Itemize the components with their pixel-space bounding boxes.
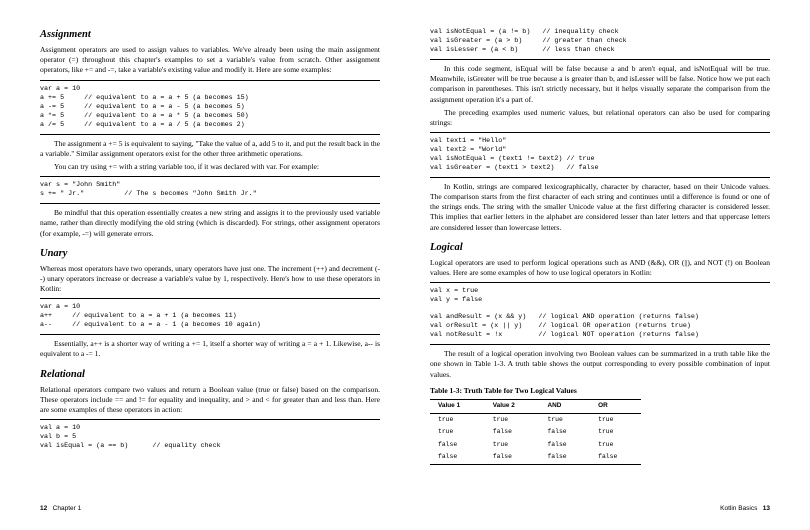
code-block: val x = true val y = false [430,282,770,305]
paragraph: The assignment a += 5 is equivalent to s… [40,139,380,159]
page-number: 13 [763,505,770,512]
code-block: val a = 10 val b = 5 val isEqual = (a ==… [40,419,380,455]
footer-left: 12 Chapter 1 [40,505,81,514]
code-block: var s = "John Smith" s += " Jr." // The … [40,176,380,204]
table-header: OR [590,399,641,413]
table-header: AND [539,399,590,413]
truth-table: Value 1 Value 2 AND OR truetruetruetrue … [430,399,641,465]
table-caption: Table 1-3: Truth Table for Two Logical V… [430,386,770,396]
page-number: 12 [40,505,47,512]
table-row: truetruetruetrue [430,413,641,426]
code-block: var a = 10 a++ // equivalent to a = a + … [40,298,380,335]
chapter-label: Chapter 1 [53,505,82,512]
table-row: falsetruefalsetrue [430,439,641,452]
heading-logical: Logical [430,241,770,255]
paragraph: You can try using += with a string varia… [40,162,380,172]
table-header: Value 2 [485,399,540,413]
paragraph: The preceding examples used numeric valu… [430,108,770,128]
section-label: Kotlin Basics [720,505,757,512]
table-row: falsefalsefalsefalse [430,451,641,464]
heading-assignment: Assignment [40,28,380,42]
table-header: Value 1 [430,399,485,413]
paragraph: Whereas most operators have two operands… [40,264,380,294]
paragraph: In this code segment, isEqual will be fa… [430,64,770,105]
paragraph: Assignment operators are used to assign … [40,45,380,75]
code-block: val andResult = (x && y) // logical AND … [430,309,770,345]
code-block: val text1 = "Hello" val text2 = "World" … [430,132,770,178]
left-page: Assignment Assignment operators are used… [40,20,405,514]
paragraph: Logical operators are used to perform lo… [430,258,770,278]
paragraph: Relational operators compare two values … [40,385,380,415]
paragraph: Essentially, a++ is a shorter way of wri… [40,339,380,359]
footer-right: Kotlin Basics 13 [720,505,770,514]
right-page: val isNotEqual = (a != b) // inequality … [405,20,770,514]
paragraph: The result of a logical operation involv… [430,349,770,379]
heading-relational: Relational [40,368,380,382]
code-block: val isNotEqual = (a != b) // inequality … [430,24,770,60]
code-block: var a = 10 a += 5 // equivalent to a = a… [40,80,380,135]
page-spread: Assignment Assignment operators are used… [0,0,810,530]
table-row: truefalsefalsetrue [430,426,641,439]
paragraph: In Kotlin, strings are compared lexicogr… [430,182,770,233]
paragraph: Be mindful that this operation essential… [40,208,380,238]
heading-unary: Unary [40,247,380,261]
